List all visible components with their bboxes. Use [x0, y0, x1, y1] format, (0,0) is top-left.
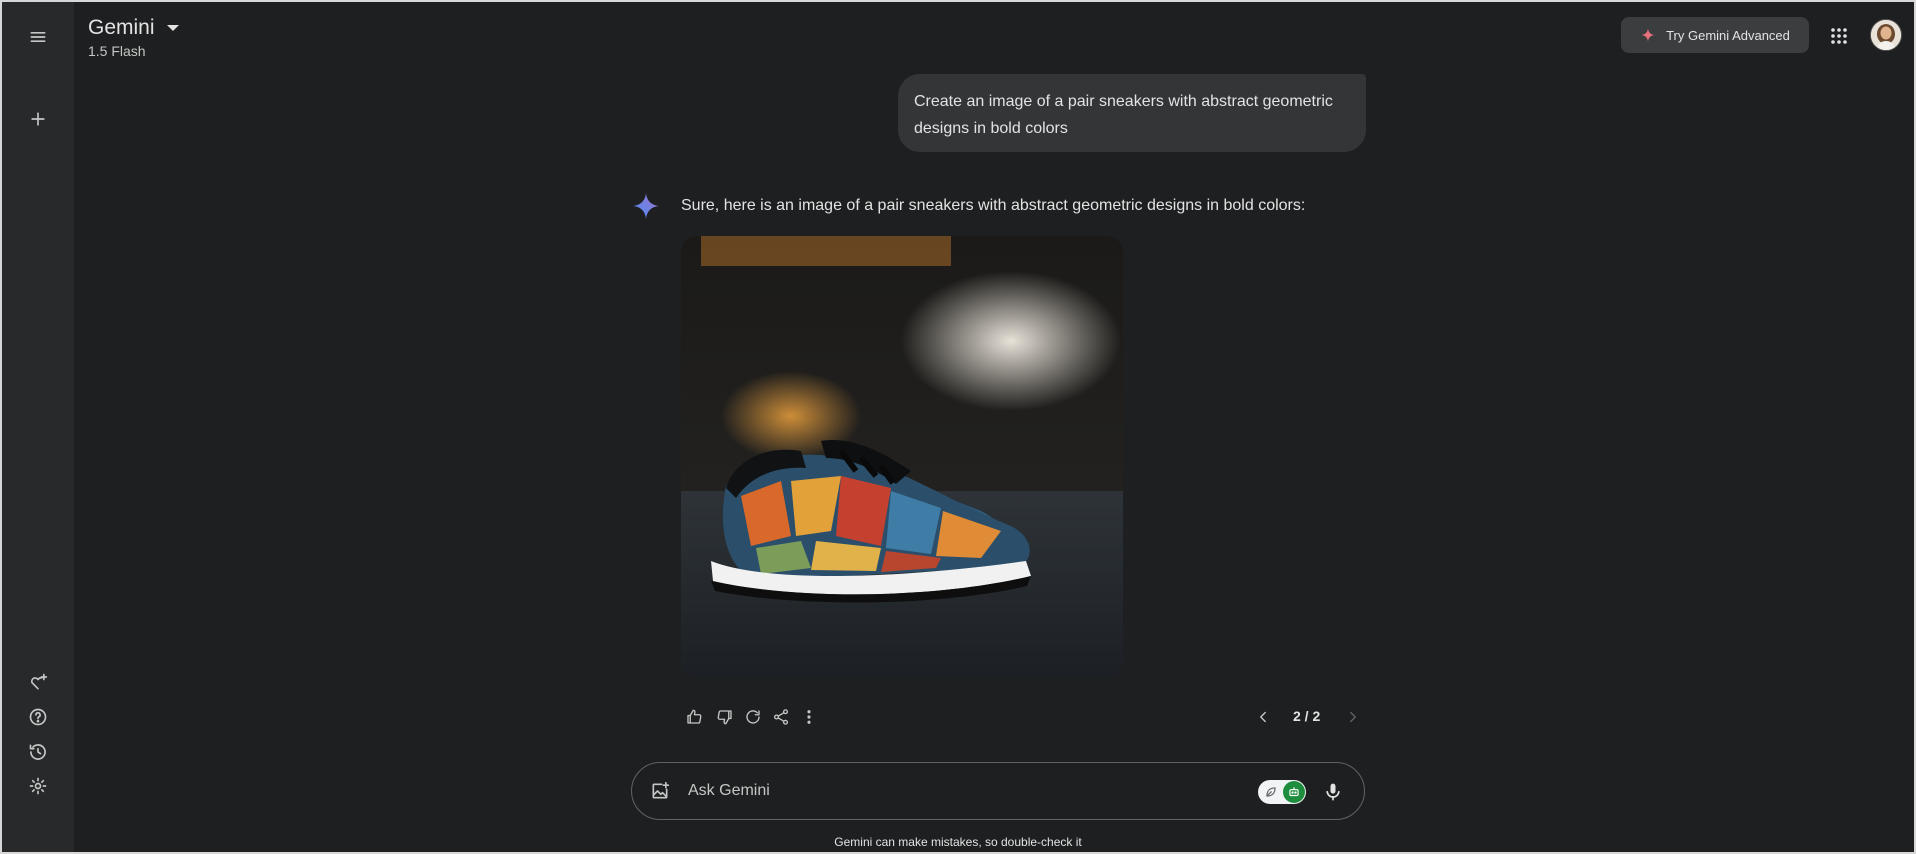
- share-button[interactable]: [767, 703, 795, 731]
- plus-icon: [31, 112, 45, 126]
- gear-icon: [29, 777, 47, 795]
- apps-grid-icon: [1831, 28, 1847, 44]
- settings-button[interactable]: [20, 768, 56, 804]
- draft-pager: 2 / 2: [1293, 708, 1321, 724]
- try-advanced-label: Try Gemini Advanced: [1666, 27, 1790, 43]
- gem-manager-button[interactable]: [20, 664, 56, 700]
- prompt-placeholder: Ask Gemini: [688, 782, 770, 799]
- thumbs-up-icon: [687, 709, 702, 724]
- share-icon: [773, 709, 789, 725]
- bot-icon: [1283, 781, 1305, 803]
- history-icon: [29, 744, 46, 760]
- main-menu-button[interactable]: [20, 19, 56, 55]
- more-vert-icon: [807, 710, 811, 724]
- chevron-right-icon: [1350, 711, 1356, 723]
- more-options-button[interactable]: [795, 703, 823, 731]
- next-draft-button[interactable]: [1339, 703, 1367, 731]
- user-prompt-bubble: Create an image of a pair sneakers with …: [898, 74, 1366, 152]
- chevron-left-icon: [1260, 711, 1266, 723]
- thumbs-down-icon: [717, 710, 732, 725]
- reply-text: Sure, here is an image of a pair sneaker…: [681, 197, 1306, 214]
- profile-photo: [1871, 20, 1901, 50]
- add-image-icon[interactable]: [650, 781, 670, 801]
- prompt-input-box[interactable]: Ask Gemini: [631, 762, 1365, 820]
- help-icon: [29, 708, 47, 726]
- bad-response-button[interactable]: [711, 703, 739, 731]
- try-gemini-advanced-button[interactable]: Try Gemini Advanced: [1621, 17, 1809, 53]
- good-response-button[interactable]: [680, 703, 708, 731]
- chevron-down-icon: [166, 25, 179, 31]
- google-apps-button[interactable]: [1823, 20, 1855, 52]
- refresh-icon: [746, 710, 760, 724]
- leaf-icon: [1266, 787, 1276, 797]
- gemini-spark-icon: [633, 193, 659, 219]
- extension-toggle[interactable]: [1258, 780, 1306, 804]
- disclaimer-text: Gemini can make mistakes, so double-chec…: [834, 835, 1082, 849]
- avatar[interactable]: [1870, 19, 1902, 51]
- app-title: Gemini: [88, 16, 155, 39]
- activity-button[interactable]: [20, 734, 56, 770]
- model-selector[interactable]: Gemini: [88, 16, 179, 40]
- sidebar: [2, 2, 74, 852]
- generated-sneaker-image[interactable]: [681, 236, 1123, 678]
- menu-icon: [30, 32, 46, 43]
- model-version: 1.5 Flash: [88, 43, 146, 59]
- help-button[interactable]: [20, 699, 56, 735]
- microphone-icon[interactable]: [1323, 781, 1343, 803]
- previous-draft-button[interactable]: [1249, 703, 1277, 731]
- gem-heart-icon: [30, 673, 48, 690]
- new-chat-button[interactable]: [20, 101, 56, 137]
- regenerate-button[interactable]: [739, 703, 767, 731]
- spark-icon: [1641, 28, 1655, 42]
